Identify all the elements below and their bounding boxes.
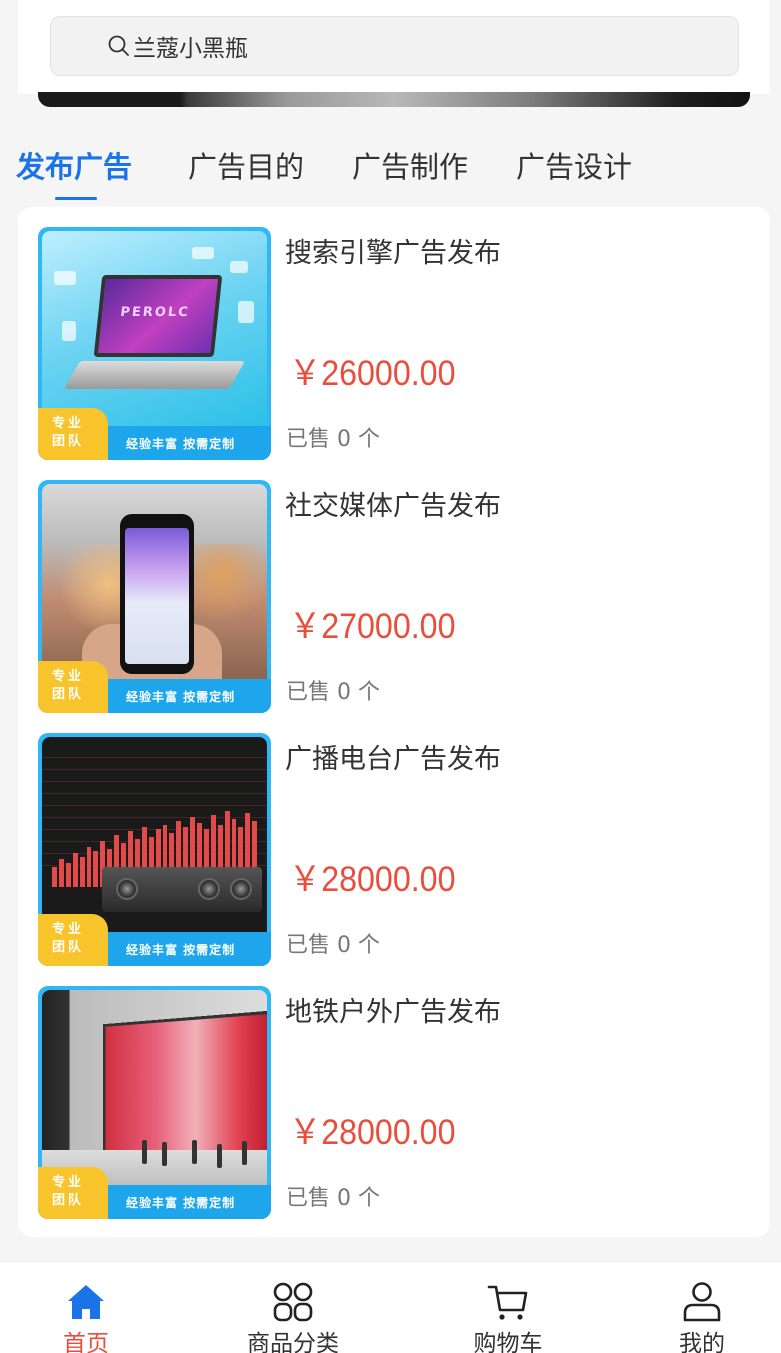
product-sold-count: 已售 0 个 [286, 680, 380, 705]
tab-home-label: 首页 [63, 1331, 109, 1353]
product-sold-count: 已售 0 个 [286, 427, 380, 452]
banner-image[interactable] [38, 92, 750, 107]
team-badge: 专业 团队 [38, 1167, 108, 1219]
search-icon [108, 35, 129, 56]
product-price: ￥28000.00 [289, 860, 456, 899]
user-icon [683, 1282, 721, 1322]
tab-profile[interactable]: 我的 [622, 1262, 781, 1353]
product-title[interactable]: 地铁户外广告发布 [285, 990, 501, 1029]
product-title[interactable]: 广播电台广告发布 [285, 737, 501, 776]
phone-illustration [42, 484, 267, 679]
cart-icon [487, 1285, 528, 1320]
product-item[interactable]: PEROLC 经验丰富 按需定制 专业 团队 搜索引擎广告发布 ￥26000.00… [38, 227, 750, 460]
tab-active-indicator [55, 197, 97, 200]
product-item[interactable]: 经验丰富 按需定制 专业 团队 广播电台广告发布 ￥28000.00 已售 0 个 [38, 733, 750, 966]
product-thumbnail[interactable]: 经验丰富 按需定制 专业 团队 [38, 986, 271, 1219]
product-price: ￥27000.00 [289, 607, 456, 646]
laptop-illustration: PEROLC [42, 231, 267, 426]
screen-text: PEROLC [119, 305, 191, 320]
product-title[interactable]: 搜索引擎广告发布 [285, 231, 501, 270]
search-input[interactable]: 兰蔻小黑瓶 [50, 16, 739, 76]
category-tabs: 发布广告 广告目的 广告制作 广告设计 [0, 130, 781, 204]
team-badge: 专业 团队 [38, 408, 108, 460]
tab-publish-ads[interactable]: 发布广告 [16, 144, 132, 186]
tab-categories[interactable]: 商品分类 [213, 1262, 373, 1353]
grid-icon [273, 1282, 313, 1322]
product-sold-count: 已售 0 个 [286, 933, 380, 958]
tab-home[interactable]: 首页 [6, 1262, 166, 1353]
product-price: ￥28000.00 [289, 1113, 456, 1152]
product-list: PEROLC 经验丰富 按需定制 专业 团队 搜索引擎广告发布 ￥26000.00… [18, 207, 770, 1237]
tab-cart[interactable]: 购物车 [428, 1262, 588, 1353]
home-icon [68, 1285, 104, 1319]
team-badge: 专业 团队 [38, 661, 108, 713]
product-sold-count: 已售 0 个 [286, 1186, 380, 1211]
team-badge: 专业 团队 [38, 914, 108, 966]
tab-ad-design[interactable]: 广告设计 [516, 144, 632, 186]
tab-ad-production[interactable]: 广告制作 [352, 144, 468, 186]
radio-illustration [42, 737, 267, 932]
product-thumbnail[interactable]: 经验丰富 按需定制 专业 团队 [38, 733, 271, 966]
tab-categories-label: 商品分类 [247, 1331, 339, 1353]
product-price: ￥26000.00 [289, 354, 456, 393]
search-placeholder: 兰蔻小黑瓶 [133, 36, 248, 62]
product-item[interactable]: 经验丰富 按需定制 专业 团队 社交媒体广告发布 ￥27000.00 已售 0 个 [38, 480, 750, 713]
product-item[interactable]: 经验丰富 按需定制 专业 团队 地铁户外广告发布 ￥28000.00 已售 0 个 [38, 986, 750, 1219]
product-thumbnail[interactable]: 经验丰富 按需定制 专业 团队 [38, 480, 271, 713]
product-title[interactable]: 社交媒体广告发布 [285, 484, 501, 523]
subway-illustration [42, 990, 267, 1185]
tab-cart-label: 购物车 [473, 1331, 543, 1353]
tab-profile-label: 我的 [679, 1331, 725, 1353]
bottom-tab-bar: 首页 商品分类 购物车 我的 [0, 1261, 781, 1353]
product-thumbnail[interactable]: PEROLC 经验丰富 按需定制 专业 团队 [38, 227, 271, 460]
tab-ad-purpose[interactable]: 广告目的 [188, 144, 304, 186]
